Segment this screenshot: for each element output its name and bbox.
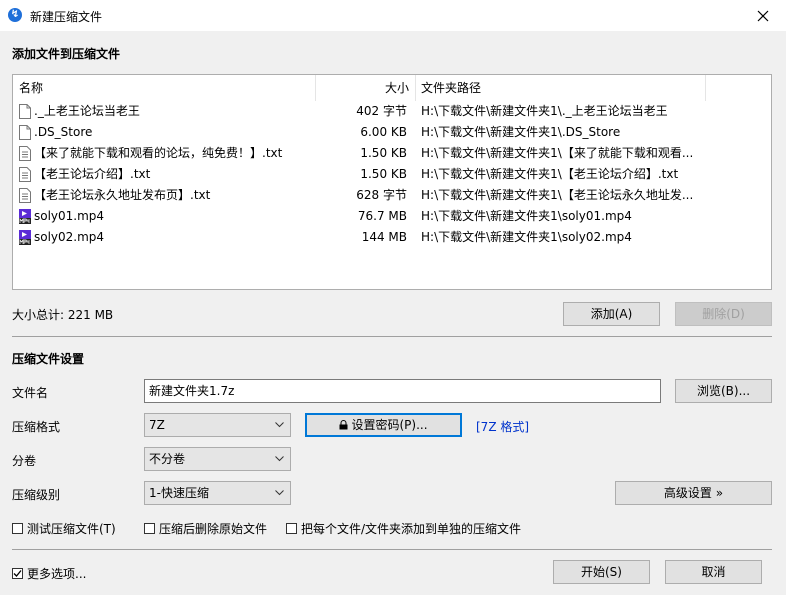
filename-label: 文件名 — [12, 386, 49, 400]
file-row[interactable]: ._上老王论坛当老王 402 字节 H:\下载文件\新建文件夹1\._上老王论坛… — [13, 101, 771, 122]
file-path: H:\下载文件\新建文件夹1\【来了就能下载和观看... — [421, 146, 694, 160]
start-button[interactable]: 开始(S) — [553, 560, 650, 584]
format-value: 7Z — [149, 418, 165, 432]
lock-icon — [339, 415, 348, 430]
close-button[interactable] — [740, 0, 786, 31]
file-row[interactable]: soly01.mp4 76.7 MB H:\下载文件\新建文件夹1\soly01… — [13, 206, 771, 227]
file-path: H:\下载文件\新建文件夹1\【老王论坛永久地址发... — [421, 188, 694, 202]
file-row[interactable]: 【来了就能下载和观看的论坛，纯免费！】.txt 1.50 KB H:\下载文件\… — [13, 143, 771, 164]
file-size: 6.00 KB — [360, 125, 407, 139]
column-header-size[interactable]: 大小 — [315, 75, 415, 101]
file-path: H:\下载文件\新建文件夹1\.DS_Store — [421, 125, 621, 139]
chevron-down-icon — [275, 456, 284, 462]
file-path: H:\下载文件\新建文件夹1\【老王论坛介绍】.txt — [421, 167, 679, 181]
file-name: 【老王论坛介绍】.txt — [34, 167, 151, 181]
cancel-button[interactable]: 取消 — [665, 560, 762, 584]
checkmark-icon — [13, 570, 22, 577]
checkbox-box[interactable] — [144, 523, 155, 534]
chevron-down-icon — [275, 422, 284, 428]
level-select[interactable]: 1-快速压缩 — [144, 481, 291, 505]
separate-archives-label: 把每个文件/文件夹添加到单独的压缩文件 — [301, 522, 522, 536]
file-name: ._上老王论坛当老王 — [34, 104, 140, 118]
file-list[interactable]: 名称 大小 文件夹路径 ._上老王论坛当老王 402 字节 H:\下载文件\新建… — [12, 74, 772, 290]
file-name: 【来了就能下载和观看的论坛，纯免费！】.txt — [34, 146, 283, 160]
delete-after-label: 压缩后删除原始文件 — [159, 522, 268, 536]
test-archive-label: 测试压缩文件(T) — [27, 522, 116, 536]
window-title: 新建压缩文件 — [30, 10, 103, 24]
more-options-label: 更多选项... — [27, 567, 87, 581]
checkbox-box-checked[interactable] — [12, 568, 23, 579]
file-size: 628 字节 — [356, 188, 407, 202]
file-row[interactable]: 【老王论坛永久地址发布页】.txt 628 字节 H:\下载文件\新建文件夹1\… — [13, 185, 771, 206]
split-label: 分卷 — [12, 454, 37, 468]
add-button[interactable]: 添加(A) — [563, 302, 660, 326]
file-row[interactable]: 【老王论坛介绍】.txt 1.50 KB H:\下载文件\新建文件夹1\【老王论… — [13, 164, 771, 185]
set-password-button[interactable]: 设置密码(P)... — [305, 413, 462, 437]
format-label: 压缩格式 — [12, 420, 61, 434]
format-hint: [7Z 格式] — [476, 420, 530, 434]
section-divider — [12, 336, 772, 337]
column-header-path[interactable]: 文件夹路径 — [415, 75, 705, 101]
more-options-checkbox[interactable]: 更多选项... — [12, 565, 86, 582]
split-select[interactable]: 不分卷 — [144, 447, 291, 471]
file-icon — [19, 125, 31, 140]
text-file-icon — [19, 146, 31, 161]
video-file-icon — [19, 209, 31, 224]
file-name: soly02.mp4 — [34, 230, 105, 244]
level-value: 1-快速压缩 — [149, 486, 209, 500]
add-section-title: 添加文件到压缩文件 — [12, 47, 121, 61]
text-file-icon — [19, 167, 31, 182]
set-password-label: 设置密码(P)... — [351, 418, 428, 432]
advanced-settings-button[interactable]: 高级设置 » — [615, 481, 772, 505]
format-select[interactable]: 7Z — [144, 413, 291, 437]
file-name: .DS_Store — [34, 125, 93, 139]
delete-after-checkbox[interactable]: 压缩后删除原始文件 — [144, 520, 267, 537]
filename-input[interactable]: 新建文件夹1.7z — [144, 379, 661, 403]
file-size: 1.50 KB — [360, 167, 407, 181]
total-size: 大小总计: 221 MB — [12, 308, 114, 322]
file-row[interactable]: .DS_Store 6.00 KB H:\下载文件\新建文件夹1\.DS_Sto… — [13, 122, 771, 143]
footer-divider — [12, 549, 772, 550]
split-value: 不分卷 — [149, 452, 186, 466]
file-icon — [19, 104, 31, 119]
separate-archives-checkbox[interactable]: 把每个文件/文件夹添加到单独的压缩文件 — [286, 520, 521, 537]
file-path: H:\下载文件\新建文件夹1\soly02.mp4 — [421, 230, 632, 244]
chevron-down-icon — [275, 490, 284, 496]
text-file-icon — [19, 188, 31, 203]
file-name: 【老王论坛永久地址发布页】.txt — [34, 188, 211, 202]
file-name: soly01.mp4 — [34, 209, 105, 223]
close-icon — [757, 10, 769, 21]
column-header-name[interactable]: 名称 — [13, 75, 315, 101]
checkbox-box[interactable] — [12, 523, 23, 534]
browse-button[interactable]: 浏览(B)... — [675, 379, 772, 403]
title-bar: ↯ 新建压缩文件 — [0, 0, 786, 31]
file-path: H:\下载文件\新建文件夹1\._上老王论坛当老王 — [421, 104, 668, 118]
file-size: 402 字节 — [356, 104, 407, 118]
file-size: 1.50 KB — [360, 146, 407, 160]
level-label: 压缩级别 — [12, 488, 61, 502]
file-row[interactable]: soly02.mp4 144 MB H:\下载文件\新建文件夹1\soly02.… — [13, 227, 771, 248]
checkbox-box[interactable] — [286, 523, 297, 534]
test-archive-checkbox[interactable]: 测试压缩文件(T) — [12, 520, 116, 537]
settings-section-title: 压缩文件设置 — [12, 352, 85, 366]
delete-button[interactable]: 删除(D) — [675, 302, 772, 326]
video-file-icon — [19, 230, 31, 245]
file-size: 76.7 MB — [357, 209, 407, 223]
file-path: H:\下载文件\新建文件夹1\soly01.mp4 — [421, 209, 632, 223]
file-size: 144 MB — [361, 230, 407, 244]
app-icon: ↯ — [8, 8, 22, 22]
